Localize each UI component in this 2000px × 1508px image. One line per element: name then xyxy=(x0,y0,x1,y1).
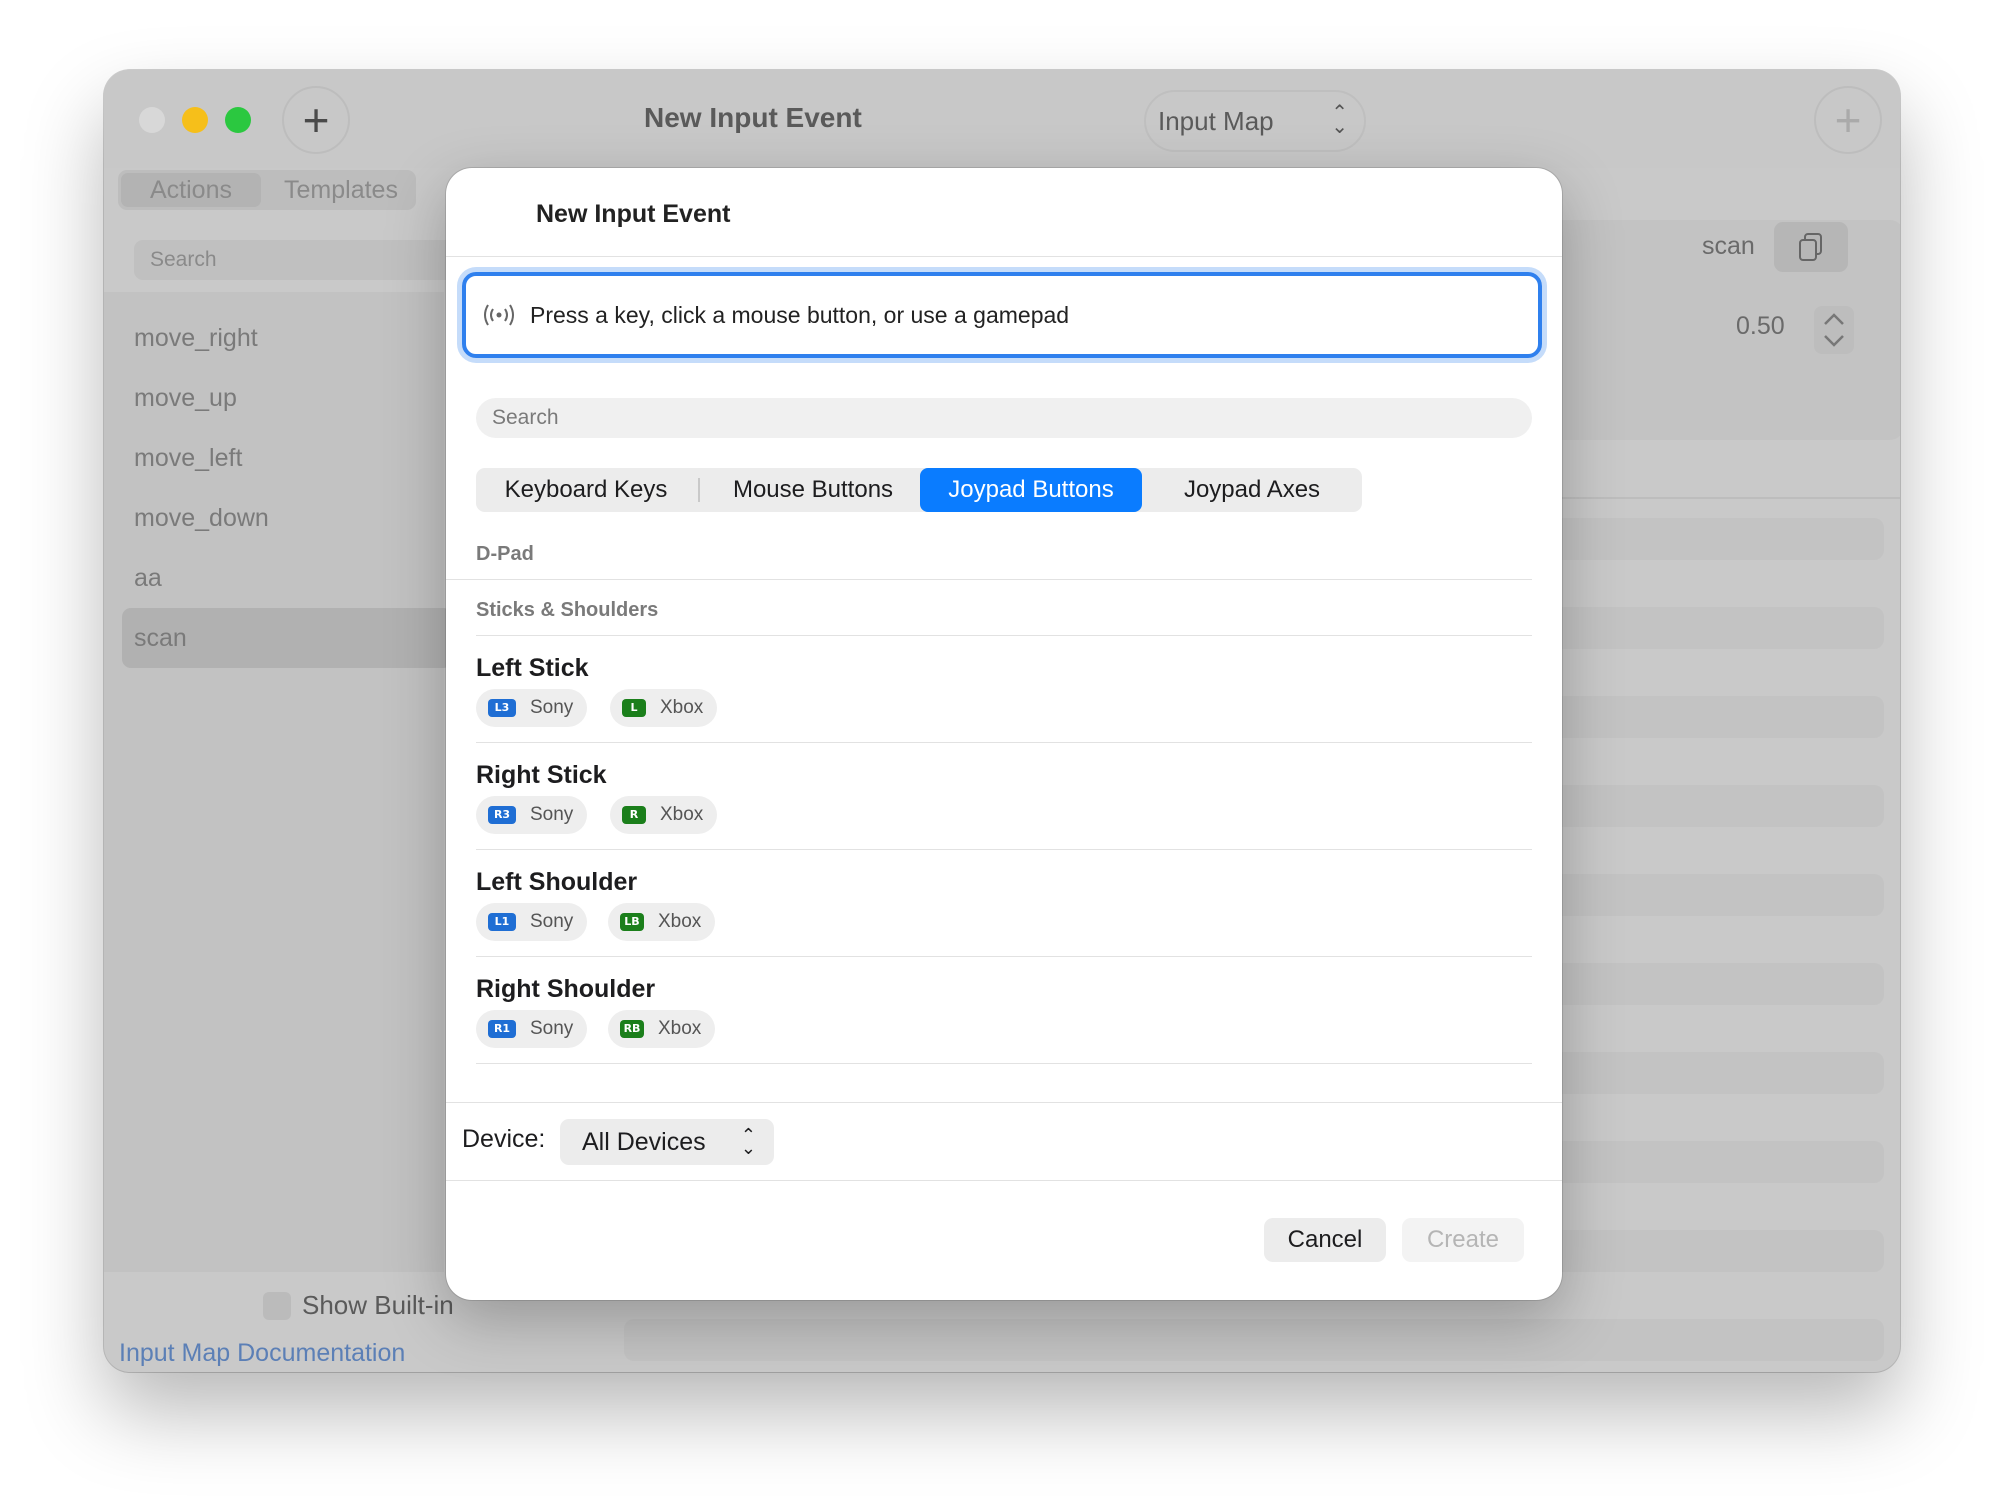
divider xyxy=(476,635,1532,636)
sidebar-item-move-down[interactable]: move_down xyxy=(134,504,269,533)
tab-keyboard-keys[interactable]: Keyboard Keys xyxy=(476,468,696,512)
sidebar-item-move-left[interactable]: move_left xyxy=(134,444,242,473)
chip-label: Xbox xyxy=(660,697,704,718)
titlebar: + New Input Event Input Map ⌃ ⌄ + xyxy=(104,70,1900,168)
group-d-pad[interactable]: D-Pad xyxy=(476,543,534,566)
copy-icon xyxy=(1799,233,1822,261)
divider xyxy=(446,256,1562,257)
group-sticks-shoulders[interactable]: Sticks & Shoulders xyxy=(476,599,658,622)
sidebar-item-move-up[interactable]: move_up xyxy=(134,384,237,413)
sidebar-item-scan[interactable]: scan xyxy=(122,608,452,668)
sidebar-item-aa[interactable]: aa xyxy=(134,564,162,593)
plus-icon: + xyxy=(1834,94,1862,146)
sony-badge-icon: R3 xyxy=(488,806,516,824)
capture-prompt: Press a key, click a mouse button, or us… xyxy=(530,301,1070,328)
xbox-chip[interactable]: LB Xbox xyxy=(608,903,716,941)
chip-label: Sony xyxy=(530,804,574,825)
copy-button[interactable] xyxy=(1774,222,1848,272)
sony-chip[interactable]: R3 Sony xyxy=(476,796,588,834)
sony-chip[interactable]: L1 Sony xyxy=(476,903,588,941)
maximize-button[interactable] xyxy=(225,107,251,133)
dialog-title: New Input Event xyxy=(536,200,731,228)
device-label: Device: xyxy=(462,1125,546,1153)
input-map-select-value: Input Map xyxy=(1158,105,1274,136)
input-capture-field[interactable]: Press a key, click a mouse button, or us… xyxy=(462,272,1542,358)
tab-joypad-buttons[interactable]: Joypad Buttons xyxy=(920,468,1142,512)
sony-badge-icon: L1 xyxy=(488,913,516,931)
signal-wave-icon xyxy=(484,304,514,326)
item-right-shoulder[interactable]: Right Shoulder xyxy=(476,975,655,1004)
item-right-stick[interactable]: Right Stick xyxy=(476,761,607,790)
show-builtin-label: Show Built-in xyxy=(302,1290,454,1320)
xbox-chip[interactable]: RB Xbox xyxy=(608,1010,716,1048)
xbox-badge-icon: R xyxy=(622,806,646,824)
device-select[interactable]: All Devices ⌃ ⌄ xyxy=(560,1119,774,1165)
device-select-value: All Devices xyxy=(582,1128,706,1156)
deadzone-stepper[interactable] xyxy=(1814,306,1854,354)
window-title: New Input Event xyxy=(644,102,862,133)
input-map-select[interactable]: Input Map ⌃ ⌄ xyxy=(1144,90,1366,152)
chip-label: Xbox xyxy=(660,804,704,825)
minimize-button[interactable] xyxy=(182,107,208,133)
deadzone-value: 0.50 xyxy=(1736,312,1785,340)
xbox-chip[interactable]: L Xbox xyxy=(610,689,718,727)
close-button[interactable] xyxy=(139,107,165,133)
divider xyxy=(476,1063,1532,1064)
action-name: scan xyxy=(1702,232,1755,260)
sidebar-search-input[interactable]: Search xyxy=(134,240,454,280)
plus-icon: + xyxy=(302,94,330,146)
xbox-badge-icon: L xyxy=(622,699,646,717)
chip-label: Xbox xyxy=(658,911,702,932)
tab-joypad-axes[interactable]: Joypad Axes xyxy=(1142,468,1362,512)
documentation-link[interactable]: Input Map Documentation xyxy=(119,1339,405,1368)
chevron-updown-icon: ⌃ ⌄ xyxy=(1331,102,1348,138)
divider xyxy=(476,849,1532,850)
create-button[interactable]: Create xyxy=(1402,1218,1524,1262)
divider xyxy=(698,478,700,502)
tab-actions[interactable]: Actions xyxy=(121,173,261,207)
sony-chip[interactable]: L3 Sony xyxy=(476,689,588,727)
sony-badge-icon: R1 xyxy=(488,1020,516,1038)
xbox-chip[interactable]: R Xbox xyxy=(610,796,718,834)
new-input-event-dialog: New Input Event Press a key, click a mou… xyxy=(446,168,1562,1300)
divider xyxy=(476,956,1532,957)
sidebar-item-move-right[interactable]: move_right xyxy=(134,324,258,353)
sidebar-list: move_right move_up move_left move_down a… xyxy=(104,292,452,1272)
chevron-updown-icon: ⌃ ⌄ xyxy=(740,1125,756,1158)
tab-mouse-buttons[interactable]: Mouse Buttons xyxy=(702,468,924,512)
divider xyxy=(446,579,1532,580)
stepper-icon xyxy=(1824,313,1844,347)
chip-label: Sony xyxy=(530,697,574,718)
divider xyxy=(446,1102,1562,1103)
chip-label: Sony xyxy=(530,911,574,932)
sony-chip[interactable]: R1 Sony xyxy=(476,1010,588,1048)
sony-badge-icon: L3 xyxy=(488,699,516,717)
divider xyxy=(446,1180,1562,1181)
sidebar-segmented-control: Actions Templates xyxy=(118,170,416,210)
event-row xyxy=(624,1319,1884,1361)
cancel-button[interactable]: Cancel xyxy=(1264,1218,1386,1262)
item-left-stick[interactable]: Left Stick xyxy=(476,654,589,683)
xbox-badge-icon: RB xyxy=(620,1020,644,1038)
divider xyxy=(476,742,1532,743)
add-event-button[interactable]: + xyxy=(1814,86,1882,154)
add-action-button[interactable]: + xyxy=(282,86,350,154)
chip-label: Sony xyxy=(530,1018,574,1039)
xbox-badge-icon: LB xyxy=(620,913,644,931)
chip-label: Xbox xyxy=(658,1018,702,1039)
item-left-shoulder[interactable]: Left Shoulder xyxy=(476,868,637,897)
dialog-search-input[interactable]: Search xyxy=(476,398,1532,438)
show-builtin-checkbox[interactable] xyxy=(263,1292,291,1320)
tab-templates[interactable]: Templates xyxy=(266,170,416,210)
event-type-tabs: Keyboard Keys Mouse Buttons Joypad Butto… xyxy=(476,468,1362,512)
